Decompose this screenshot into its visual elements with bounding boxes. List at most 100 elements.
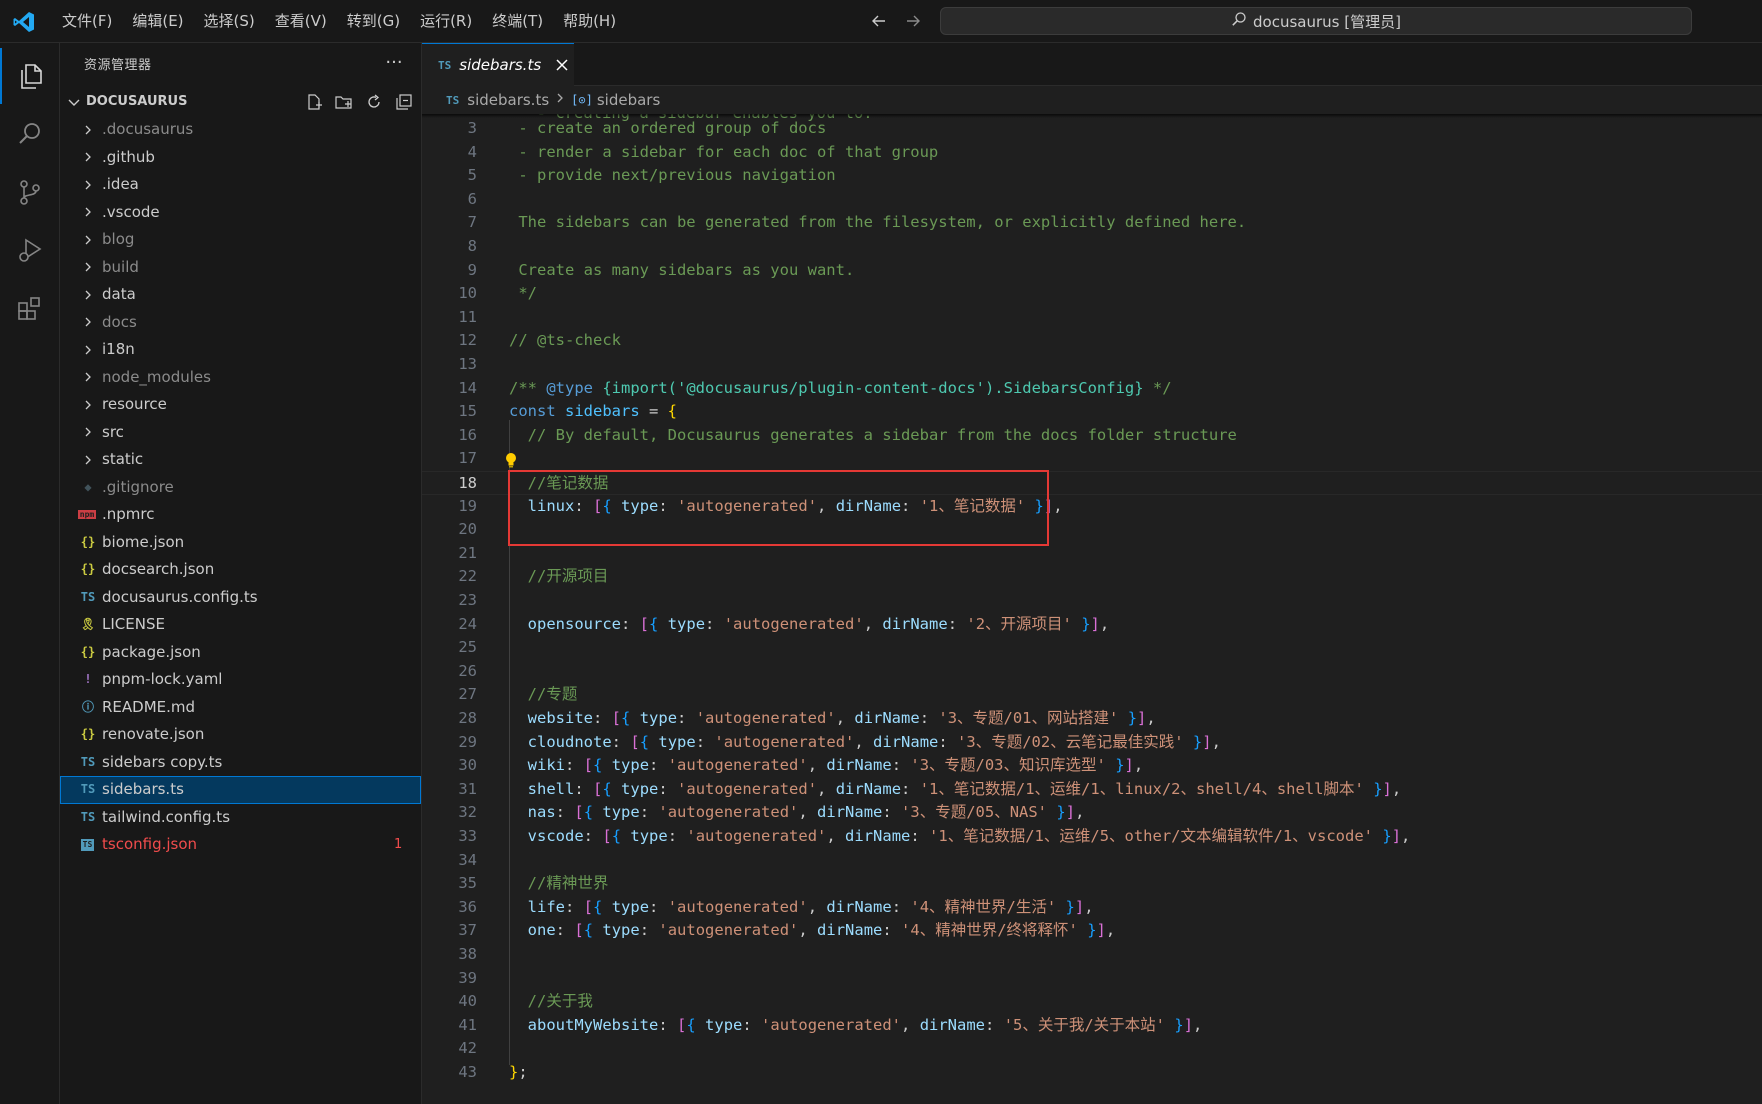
tree-folder[interactable]: resource (60, 391, 421, 419)
line-number: 11 (458, 307, 477, 326)
tab-sidebars-ts[interactable]: TS sidebars.ts (422, 43, 574, 86)
menu-item[interactable]: 运行(R) (410, 0, 482, 43)
menu-item[interactable]: 帮助(H) (553, 0, 626, 43)
menu-item[interactable]: 终端(T) (482, 0, 553, 43)
tree-file[interactable]: TS sidebars.ts (60, 776, 421, 804)
code-token: [ (583, 756, 594, 775)
code-editor[interactable]: - creating a sidebar enables you to: 3 -… (422, 114, 1762, 1104)
command-center-label: docusaurus [管理员] (1253, 12, 1401, 31)
activity-bar (0, 43, 60, 1104)
code-token: one (527, 921, 556, 940)
search-view-icon[interactable] (0, 106, 60, 162)
tree-file[interactable]: {} package.json (60, 639, 421, 667)
code-text: //笔记数据 (509, 472, 609, 496)
tree-item-label: static (102, 450, 144, 468)
tree-item-label: README.md (102, 697, 196, 716)
tree-folder[interactable]: static (60, 446, 421, 474)
code-token: , (1391, 779, 1402, 798)
run-debug-icon[interactable] (0, 222, 60, 278)
tree-file[interactable]: npm .npmrc (60, 501, 421, 529)
back-arrow-icon[interactable] (868, 9, 890, 33)
line-number: 20 (458, 520, 477, 539)
breadcrumb-symbol[interactable]: sidebars (597, 91, 660, 109)
code-line: 4 - render a sidebar for each doc of tha… (422, 141, 1762, 165)
tree-folder[interactable]: node_modules (60, 364, 421, 392)
tree-file[interactable]: ⓘ README.md (60, 694, 421, 722)
tree-file[interactable]: ! pnpm-lock.yaml (60, 666, 421, 694)
code-token: : (555, 803, 575, 822)
new-file-icon[interactable] (302, 90, 326, 114)
code-text: }; (509, 1061, 528, 1085)
tree-folder[interactable]: data (60, 281, 421, 309)
tree-folder[interactable]: .idea (60, 171, 421, 199)
vscode-logo-icon[interactable] (12, 10, 36, 34)
explorer-icon[interactable] (0, 48, 60, 104)
tree-file[interactable]: {} renovate.json (60, 721, 421, 749)
tree-file[interactable]: 🎗 LICENSE (60, 611, 421, 639)
command-center-search[interactable]: docusaurus [管理员] (940, 7, 1692, 35)
source-control-icon[interactable] (0, 164, 60, 220)
menu-item[interactable]: 转到(G) (337, 0, 410, 43)
extensions-icon[interactable] (0, 280, 60, 336)
chevron-right-icon (82, 309, 96, 336)
code-token: } (1382, 827, 1392, 845)
menu-item[interactable]: 编辑(E) (122, 0, 193, 43)
close-icon[interactable] (555, 58, 569, 72)
code-token: : (658, 779, 678, 798)
tree-file[interactable]: {} biome.json (60, 529, 421, 557)
lightbulb-icon[interactable] (504, 452, 518, 468)
code-text: The sidebars can be generated from the f… (509, 211, 1246, 235)
new-folder-icon[interactable] (332, 90, 356, 114)
tree-file[interactable]: {} docsearch.json (60, 556, 421, 584)
line-number: 14 (458, 378, 477, 397)
tree-file[interactable]: TS sidebars copy.ts (60, 749, 421, 777)
menu-item[interactable]: 选择(S) (194, 0, 265, 43)
code-token: : (565, 756, 584, 775)
json-icon: {} (80, 644, 96, 659)
code-line: 31 shell: [{ type: 'autogenerated', dirN… (422, 778, 1762, 802)
code-token: : (667, 827, 687, 845)
tree-file[interactable]: TS docusaurus.config.ts (60, 584, 421, 612)
tree-file[interactable]: TS tsconfig.json 1 (60, 831, 421, 859)
collapse-all-icon[interactable] (392, 90, 416, 114)
tree-folder[interactable]: .vscode (60, 199, 421, 227)
code-token: '4、精神世界/终将释怀' (901, 921, 1078, 940)
code-token: linux (527, 496, 575, 515)
forward-arrow-icon[interactable] (902, 9, 924, 33)
workspace-root-header[interactable]: DOCUSAURUS (60, 88, 421, 116)
refresh-icon[interactable] (362, 90, 386, 114)
tree-folder[interactable]: blog (60, 226, 421, 254)
code-line: 34 (422, 849, 1762, 873)
code-token: : (677, 709, 696, 727)
code-line: 21 (422, 542, 1762, 566)
code-text: website: [{ type: 'autogenerated', dirNa… (509, 707, 1156, 731)
tree-folder[interactable]: .docusaurus (60, 116, 421, 144)
menu-item[interactable]: 查看(V) (265, 0, 337, 43)
code-token: , (1146, 709, 1156, 727)
code-text: //精神世界 (509, 872, 609, 896)
tree-folder[interactable]: .github (60, 144, 421, 172)
code-token: - create an ordered group of docs (509, 119, 827, 137)
tree-folder[interactable]: i18n (60, 336, 421, 364)
tree-folder[interactable]: build (60, 254, 421, 282)
tree-file[interactable]: TS tailwind.config.ts (60, 804, 421, 832)
code-token: type (667, 614, 706, 633)
chevron-right-icon (82, 336, 96, 363)
menu-item[interactable]: 文件(F) (52, 0, 122, 43)
tree-folder[interactable]: src (60, 419, 421, 447)
tree-item-label: docsearch.json (102, 560, 215, 578)
code-line: 9 Create as many sidebars as you want. (422, 259, 1762, 283)
tree-folder[interactable]: docs (60, 309, 421, 337)
line-number: 34 (458, 850, 477, 869)
code-token: { (593, 756, 603, 775)
more-actions-icon[interactable]: ··· (382, 53, 406, 77)
breadcrumb-file[interactable]: sidebars.ts (467, 91, 549, 109)
tree-file[interactable]: ◆ .gitignore (60, 474, 421, 502)
line-number: 9 (467, 260, 477, 279)
